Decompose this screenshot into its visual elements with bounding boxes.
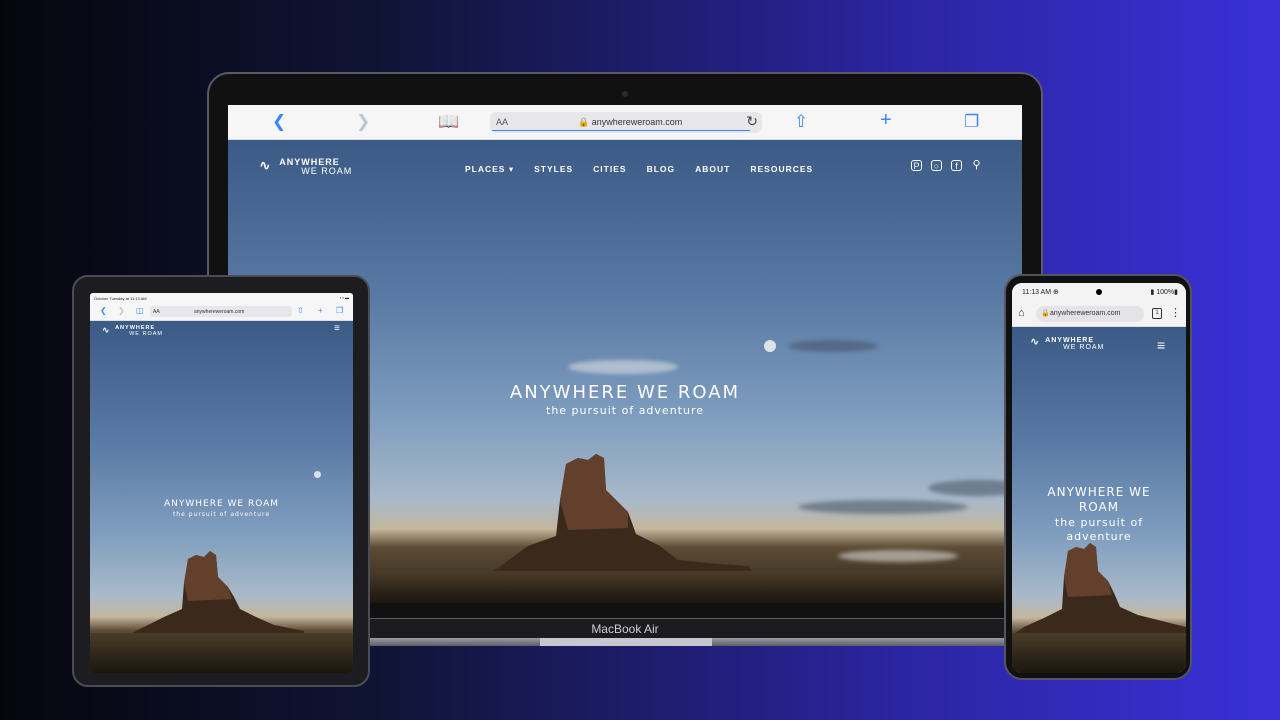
social-links: P ○ f ⚲ [911, 160, 982, 171]
logo-line2: WE ROAM [1063, 344, 1105, 351]
footprints-icon: ∿ [259, 157, 272, 173]
reload-icon[interactable]: ↻ [746, 113, 758, 130]
tablet-address-bar[interactable]: AA anywhereweroam.com [150, 306, 292, 317]
browser-toolbar: ❮ ❯ 📖 AA 🔒 anywhereweroam.com ↻ ⇧ + ❐ [228, 105, 1022, 140]
site-logo[interactable]: ∿ ANYWHERE WE ROAM [259, 157, 353, 176]
back-icon[interactable]: ❮ [272, 113, 286, 131]
cloud [798, 500, 968, 514]
phone-camera [1096, 289, 1102, 295]
forward-icon[interactable]: ❯ [118, 306, 125, 315]
laptop-notch [540, 638, 712, 646]
tabs-icon[interactable]: ❐ [964, 113, 979, 131]
phone-browser-toolbar: ⌂ 🔒 anywhereweroam.com 1 ⋮ [1012, 301, 1186, 327]
nav-item-cities[interactable]: CITIES [593, 164, 626, 175]
new-tab-icon[interactable]: + [880, 110, 892, 130]
url-text: 🔒 anywhereweroam.com [578, 117, 682, 128]
hamburger-menu-icon[interactable]: ≡ [334, 323, 340, 334]
reader-aa-button[interactable]: AA [496, 117, 508, 127]
footprints-icon: ∿ [102, 325, 111, 335]
footprints-icon: ∿ [1030, 336, 1041, 348]
hero-subtitle: the pursuit of adventure [172, 511, 271, 518]
hamburger-menu-icon[interactable]: ≡ [1157, 337, 1165, 353]
nav-item-resources[interactable]: RESOURCES [750, 164, 813, 175]
tablet-status-battery: ▪ ▪ ▬ [339, 295, 349, 300]
nav-item-blog[interactable]: BLOG [647, 164, 676, 175]
url-value: anywhereweroam.com [591, 117, 683, 127]
search-icon[interactable]: ⚲ [971, 160, 982, 171]
moon [764, 340, 776, 352]
tablet-status-time: October Tuesday at 11:13 AM [94, 296, 147, 301]
pinterest-icon[interactable]: P [911, 160, 922, 171]
butte-silhouette [478, 454, 758, 578]
lock-icon: 🔒 [578, 117, 590, 127]
facebook-icon[interactable]: f [951, 160, 962, 171]
laptop-camera [622, 91, 628, 97]
new-tab-icon[interactable]: + [318, 306, 323, 315]
butte-silhouette [124, 551, 304, 637]
load-progress [492, 130, 750, 131]
tablet-screen: October Tuesday at 11:13 AM ▪ ▪ ▬ ❮ ❯ ◫ … [90, 293, 353, 673]
phone-status-battery: ▮ 100%▮ [1150, 289, 1178, 296]
site-logo[interactable]: ∿ ANYWHERE WE ROAM [1030, 336, 1105, 352]
bookmarks-icon[interactable]: 📖 [438, 113, 459, 131]
desert-ground [90, 633, 353, 673]
instagram-icon[interactable]: ○ [931, 160, 942, 171]
tablet-status-bar: October Tuesday at 11:13 AM ▪ ▪ ▬ [90, 293, 353, 303]
phone-screen: 11:13 AM ⊕ ▮ 100%▮ ⌂ 🔒 anywhereweroam.co… [1012, 283, 1186, 673]
reader-aa-button[interactable]: AA [153, 309, 160, 315]
share-icon[interactable]: ⇧ [297, 306, 304, 315]
overflow-menu-icon[interactable]: ⋮ [1170, 306, 1181, 319]
hero-title: ANYWHERE WE ROAM [1047, 485, 1151, 514]
bookmarks-icon[interactable]: ◫ [136, 306, 144, 315]
tablet-hero-image: ∿ ANYWHERE WE ROAM ≡ ANYWHERE WE ROAM th… [90, 321, 353, 673]
nav-item-styles[interactable]: STYLES [534, 164, 573, 175]
logo-line1: ANYWHERE [1045, 337, 1095, 344]
lock-icon: 🔒 [1041, 310, 1050, 317]
butte-silhouette [1012, 543, 1186, 635]
home-icon[interactable]: ⌂ [1018, 307, 1025, 319]
share-icon[interactable]: ⇧ [794, 113, 808, 131]
tablet-url: anywhereweroam.com [194, 309, 245, 315]
cloud [568, 360, 678, 374]
tab-count-button[interactable]: 1 [1152, 308, 1162, 319]
address-bar[interactable]: AA 🔒 anywhereweroam.com ↻ [490, 112, 762, 133]
logo-line2: WE ROAM [301, 166, 353, 176]
site-logo[interactable]: ∿ ANYWHERE WE ROAM [102, 325, 163, 337]
phone-hero-image: ∿ ANYWHERE WE ROAM ≡ ANYWHERE WE ROAM th… [1012, 327, 1186, 673]
phone-url: anywhereweroam.com [1050, 310, 1121, 317]
logo-line2: WE ROAM [129, 330, 163, 337]
hero-title: ANYWHERE WE ROAM [163, 499, 280, 509]
tablet-browser-toolbar: ❮ ❯ ◫ AA anywhereweroam.com ⇧ + ❐ [90, 303, 353, 321]
hero-subtitle: the pursuit of adventure [1054, 516, 1144, 543]
main-nav: PLACES ▾ STYLES CITIES BLOG ABOUT RESOUR… [465, 164, 813, 175]
nav-item-about[interactable]: ABOUT [695, 164, 730, 175]
forward-icon[interactable]: ❯ [356, 113, 370, 131]
nav-item-places[interactable]: PLACES ▾ [465, 164, 514, 175]
desert-ground [1012, 633, 1186, 673]
back-icon[interactable]: ❮ [100, 306, 107, 315]
cloud [788, 340, 878, 352]
phone-status-time: 11:13 AM ⊕ [1022, 289, 1059, 296]
tabs-icon[interactable]: ❐ [336, 306, 343, 315]
phone-address-bar[interactable]: 🔒 anywhereweroam.com [1036, 306, 1144, 322]
moon [314, 471, 321, 478]
cloud [838, 550, 958, 562]
